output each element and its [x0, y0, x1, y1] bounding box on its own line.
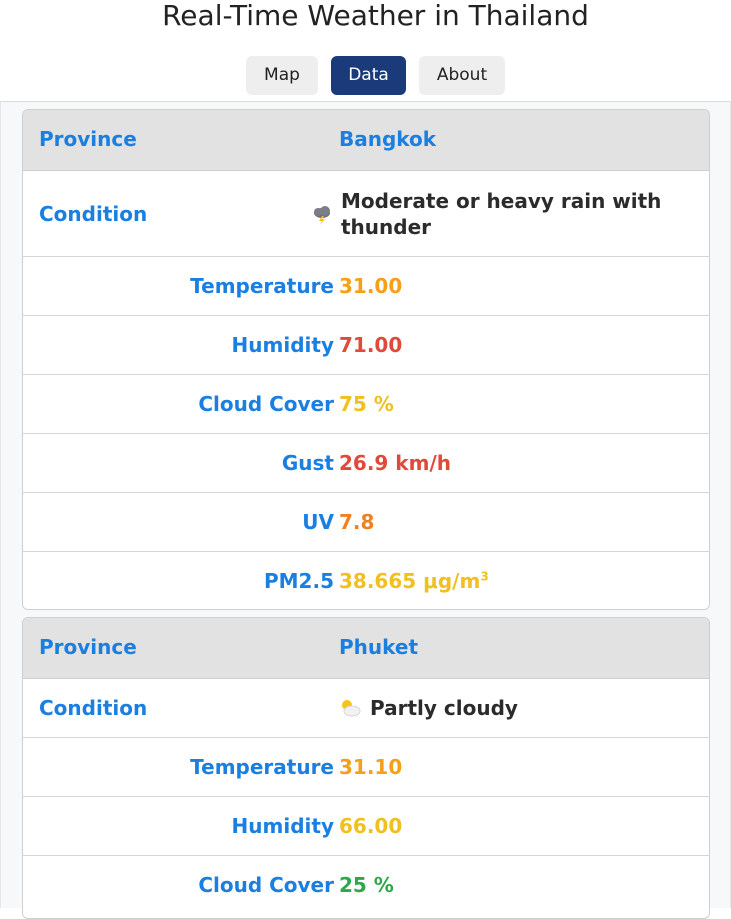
- condition-value: Partly cloudy: [370, 696, 518, 720]
- thunderstorm-icon: [314, 206, 330, 225]
- cloud-cover-label: Cloud Cover: [198, 873, 334, 897]
- card-header: Province Phuket: [23, 618, 709, 679]
- pm25-value: 38.665 μg/m3: [339, 569, 489, 593]
- uv-value: 7.8: [339, 510, 375, 534]
- cloud-cover-row: Cloud Cover 75 %: [23, 375, 709, 434]
- gust-row: Gust 26.9 km/h: [23, 434, 709, 493]
- weather-card-bangkok: Province Bangkok Condition Moderate or h…: [22, 109, 710, 610]
- condition-label: Condition: [39, 202, 148, 226]
- condition-row: Condition Partly cloudy: [23, 679, 709, 738]
- humidity-row: Humidity 66.00: [23, 797, 709, 856]
- condition-row: Condition Moderate or heavy rain with th…: [23, 171, 709, 257]
- humidity-row: Humidity 71.00: [23, 316, 709, 375]
- nav-data-button[interactable]: Data: [331, 56, 406, 95]
- humidity-value: 66.00: [339, 814, 403, 838]
- pm25-label: PM2.5: [264, 569, 334, 593]
- cloud-cover-row: Cloud Cover 25 %: [23, 856, 709, 914]
- data-panel: Province Bangkok Condition Moderate or h…: [0, 101, 731, 919]
- province-label: Province: [39, 635, 137, 659]
- card-header: Province Bangkok: [23, 110, 709, 171]
- pm25-unit-superscript: 3: [480, 569, 489, 584]
- cloud-cover-value: 25 %: [339, 873, 394, 897]
- province-value: Phuket: [339, 635, 419, 659]
- nav-bar: Map Data About: [0, 56, 731, 95]
- temperature-label: Temperature: [190, 755, 334, 779]
- condition-label: Condition: [39, 696, 148, 720]
- gust-value: 26.9 km/h: [339, 451, 451, 475]
- province-value: Bangkok: [339, 127, 437, 151]
- humidity-label: Humidity: [231, 814, 334, 838]
- page-title: Real-Time Weather in Thailand: [162, 0, 589, 32]
- nav-map-button[interactable]: Map: [246, 56, 318, 95]
- humidity-label: Humidity: [231, 333, 334, 357]
- temperature-label: Temperature: [190, 274, 334, 298]
- cloud-cover-label: Cloud Cover: [198, 392, 334, 416]
- uv-label: UV: [302, 510, 334, 534]
- temperature-value: 31.10: [339, 755, 403, 779]
- humidity-value: 71.00: [339, 333, 403, 357]
- weather-card-phuket: Province Phuket Condition Partly cloudy …: [22, 617, 710, 919]
- pm25-number: 38.665 μg/m: [339, 569, 481, 593]
- pm25-row: PM2.5 38.665 μg/m3: [23, 552, 709, 609]
- condition-value: Moderate or heavy rain with thunder: [341, 189, 662, 239]
- temperature-value: 31.00: [339, 274, 403, 298]
- uv-row: UV 7.8: [23, 493, 709, 552]
- temperature-row: Temperature 31.10: [23, 738, 709, 797]
- partly-cloudy-icon: [342, 700, 361, 717]
- province-label: Province: [39, 127, 137, 151]
- gust-label: Gust: [281, 451, 334, 475]
- temperature-row: Temperature 31.00: [23, 257, 709, 316]
- nav-about-button[interactable]: About: [419, 56, 505, 95]
- cloud-cover-value: 75 %: [339, 392, 394, 416]
